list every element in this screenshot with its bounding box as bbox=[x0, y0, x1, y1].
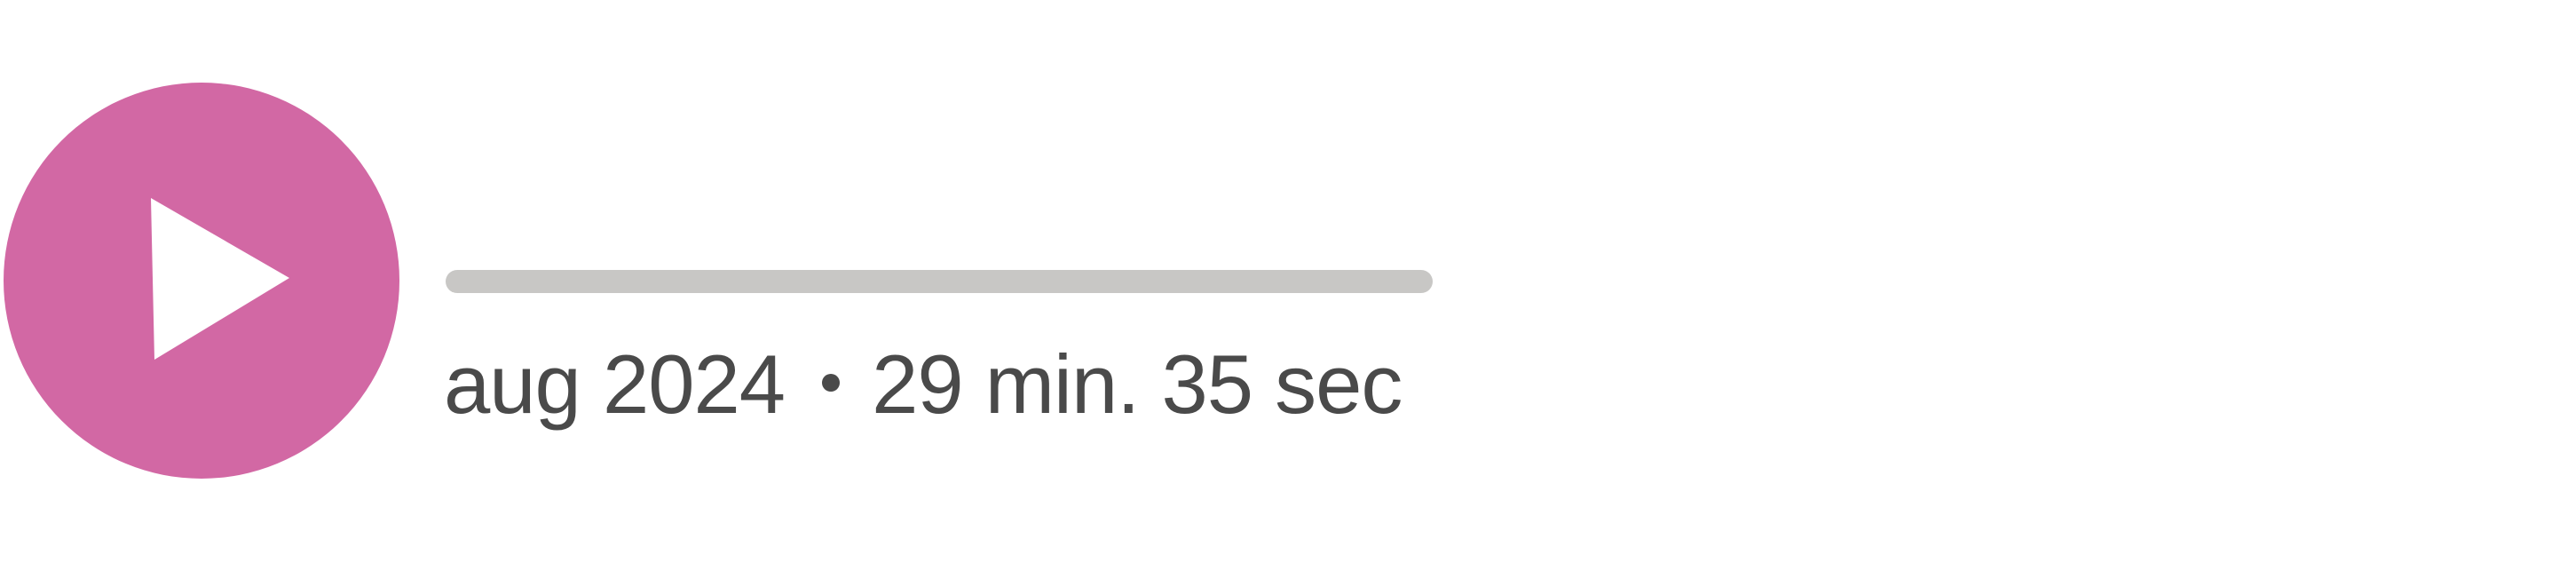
play-icon bbox=[151, 198, 289, 360]
audio-player: aug 2024 29 min. 35 sec bbox=[0, 0, 2576, 563]
play-button[interactable] bbox=[4, 83, 399, 479]
episode-meta: aug 2024 29 min. 35 sec bbox=[444, 336, 1403, 433]
separator-dot bbox=[822, 374, 841, 392]
episode-duration: 29 min. 35 sec bbox=[872, 337, 1403, 431]
progress-bar[interactable] bbox=[446, 270, 1433, 293]
episode-date: aug 2024 bbox=[444, 337, 786, 431]
